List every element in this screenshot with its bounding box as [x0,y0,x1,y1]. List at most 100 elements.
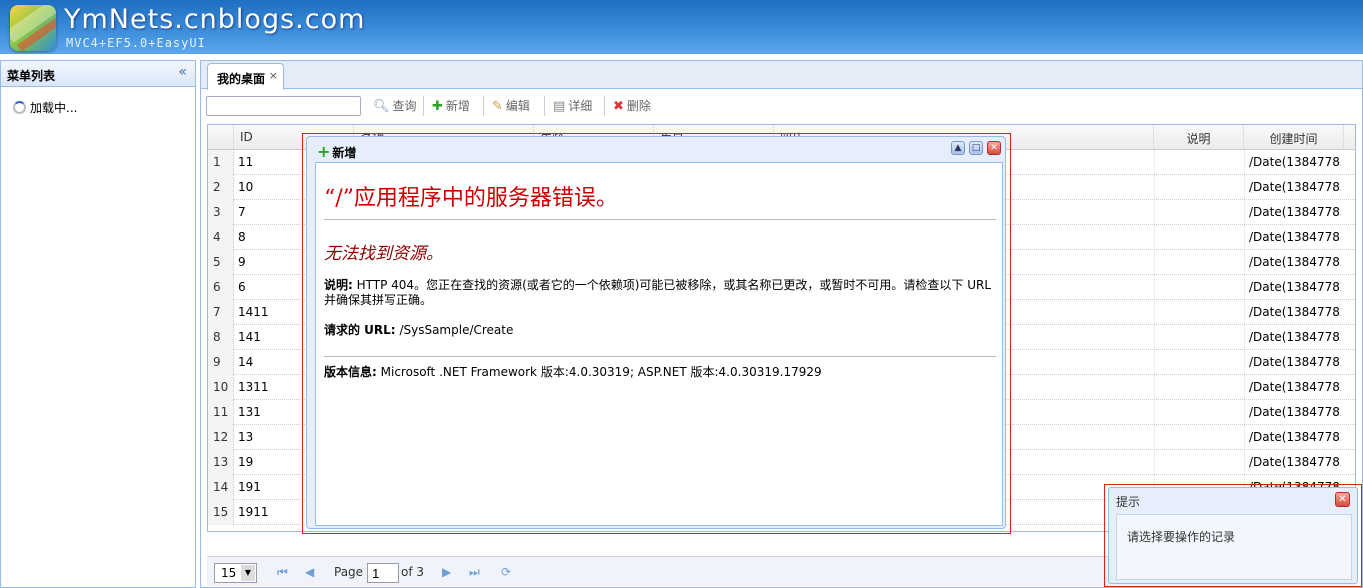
error-title: “/”应用程序中的服务器错误。 [324,186,618,211]
cell-id: 9 [238,255,246,269]
row-number: 15 [208,500,234,525]
description-text: HTTP 404。您正在查找的资源(或者它的一个依赖项)可能已被移除，或其名称已… [324,278,992,307]
url-value: /SysSample/Create [399,323,514,337]
page-label: Page [334,565,364,579]
version-text: Microsoft .NET Framework 版本:4.0.30319; A… [380,365,822,379]
version-label: 版本信息: [324,365,377,379]
app-header: YmNets.cnblogs.com MVC4+EF5.0+EasyUI [0,0,1363,54]
first-page-icon[interactable]: ⏮ [277,565,288,580]
delete-button-label: 删除 [626,99,651,113]
row-number: 12 [208,425,234,450]
page-number-input[interactable] [367,563,399,583]
toolbar-divider [604,96,605,116]
dialog-body: “/”应用程序中的服务器错误。 无法找到资源。 说明: HTTP 404。您正在… [315,162,1003,526]
toast-title: 提示 [1116,495,1141,509]
next-page-icon[interactable]: ▶ [442,565,451,579]
row-number: 10 [208,375,234,400]
page-size-select[interactable]: 15 ▼ [214,563,257,583]
close-icon[interactable]: ✕ [1335,492,1350,507]
row-number: 9 [208,350,234,375]
dialog-title[interactable]: + 新增 [317,142,356,161]
details-button[interactable]: ▤ 详细 [553,97,592,114]
add-dialog: + 新增 ▲ □ ✕ “/”应用程序中的服务器错误。 无法找到资源。 说明: HT… [306,136,1006,529]
row-number: 1 [208,150,234,175]
edit-button-label: 编辑 [505,99,530,113]
collapse-icon[interactable]: ▲ [951,141,965,155]
url-label: 请求的 URL: [324,323,396,337]
toolbar-divider [544,96,545,116]
column-header-created[interactable]: 创建时间 [1244,125,1344,150]
loading-text: 加载中... [30,101,78,115]
error-subtitle: 无法找到资源。 [324,244,443,264]
cell-id: 1411 [238,305,269,319]
site-title: YmNets.cnblogs.com [64,4,366,35]
chevron-down-icon: ▼ [241,565,255,581]
cell-created: /Date(13847783 [1249,205,1341,219]
row-number: 5 [208,250,234,275]
cell-created: /Date(13847782 [1249,380,1341,394]
cell-id: 6 [238,280,246,294]
spinner-icon [13,101,26,114]
page-total-label: of 3 [401,565,425,579]
cell-created: /Date(13847783 [1249,230,1341,244]
tab-close-icon[interactable]: × [269,69,278,82]
cell-id: 8 [238,230,246,244]
description-label: 说明: [324,278,353,292]
row-number: 8 [208,325,234,350]
menu-panel: 菜单列表 « 加载中... [0,60,196,588]
rownum-header [208,125,234,150]
close-icon[interactable]: ✕ [987,141,1001,155]
tab-strip: 我的桌面 × [201,61,1362,90]
error-description: 说明: HTTP 404。您正在查找的资源(或者它的一个依赖项)可能已被移除，或… [324,278,994,308]
cell-created: /Date(13847782 [1249,280,1341,294]
cell-created: /Date(13847782 [1249,330,1341,344]
cell-id: 19 [238,455,254,469]
cell-created: /Date(13847782 [1249,405,1341,419]
menu-panel-title: 菜单列表 [7,69,56,83]
menu-panel-header: 菜单列表 « [1,61,195,87]
refresh-icon[interactable]: ⟳ [501,565,511,579]
search-input[interactable] [206,96,361,116]
column-header-note[interactable]: 说明 [1154,125,1244,150]
tab-label: 我的桌面 [217,72,266,86]
prev-page-icon[interactable]: ◀ [305,565,314,579]
row-number: 2 [208,175,234,200]
cell-id: 11 [238,155,254,169]
add-icon: ✚ [432,99,443,114]
edit-button[interactable]: ✎ 编辑 [492,97,530,114]
edit-icon: ✎ [492,99,503,114]
requested-url: 请求的 URL: /SysSample/Create [324,323,994,338]
query-button[interactable]: 🔍︎ 查询 [373,97,417,114]
search-icon: 🔍︎ [373,99,390,114]
row-number: 14 [208,475,234,500]
cell-created: /Date(13847783 [1249,180,1341,194]
details-button-label: 详细 [568,99,593,113]
cell-id: 14 [238,355,254,369]
delete-button[interactable]: ✖ 删除 [613,97,651,114]
cell-created: /Date(13847783 [1249,155,1341,169]
tab-desktop[interactable]: 我的桌面 × [207,63,284,90]
cell-id: 1311 [238,380,269,394]
add-icon: + [317,142,331,161]
row-number: 3 [208,200,234,225]
cell-created: /Date(13847782 [1249,455,1341,469]
collapse-icon[interactable]: « [178,64,187,80]
cell-id: 13 [238,430,254,444]
last-page-icon[interactable]: ⏭ [469,565,480,580]
toast-body: 请选择要操作的记录 [1116,514,1352,580]
toolbar-divider [423,96,424,116]
cell-id: 10 [238,180,254,194]
divider [324,219,996,220]
cell-id: 7 [238,205,246,219]
toast-message: 请选择要操作的记录 [1127,530,1236,544]
message-toast: 提示 ✕ 请选择要操作的记录 [1108,487,1358,584]
maximize-icon[interactable]: □ [969,141,983,155]
row-number: 6 [208,275,234,300]
site-subtitle: MVC4+EF5.0+EasyUI [66,36,206,50]
add-button[interactable]: ✚ 新增 [432,97,470,114]
add-button-label: 新增 [445,99,470,113]
details-icon: ▤ [553,99,566,114]
cell-id: 131 [238,405,261,419]
delete-icon: ✖ [613,99,624,114]
cell-created: /Date(13847782 [1249,305,1341,319]
